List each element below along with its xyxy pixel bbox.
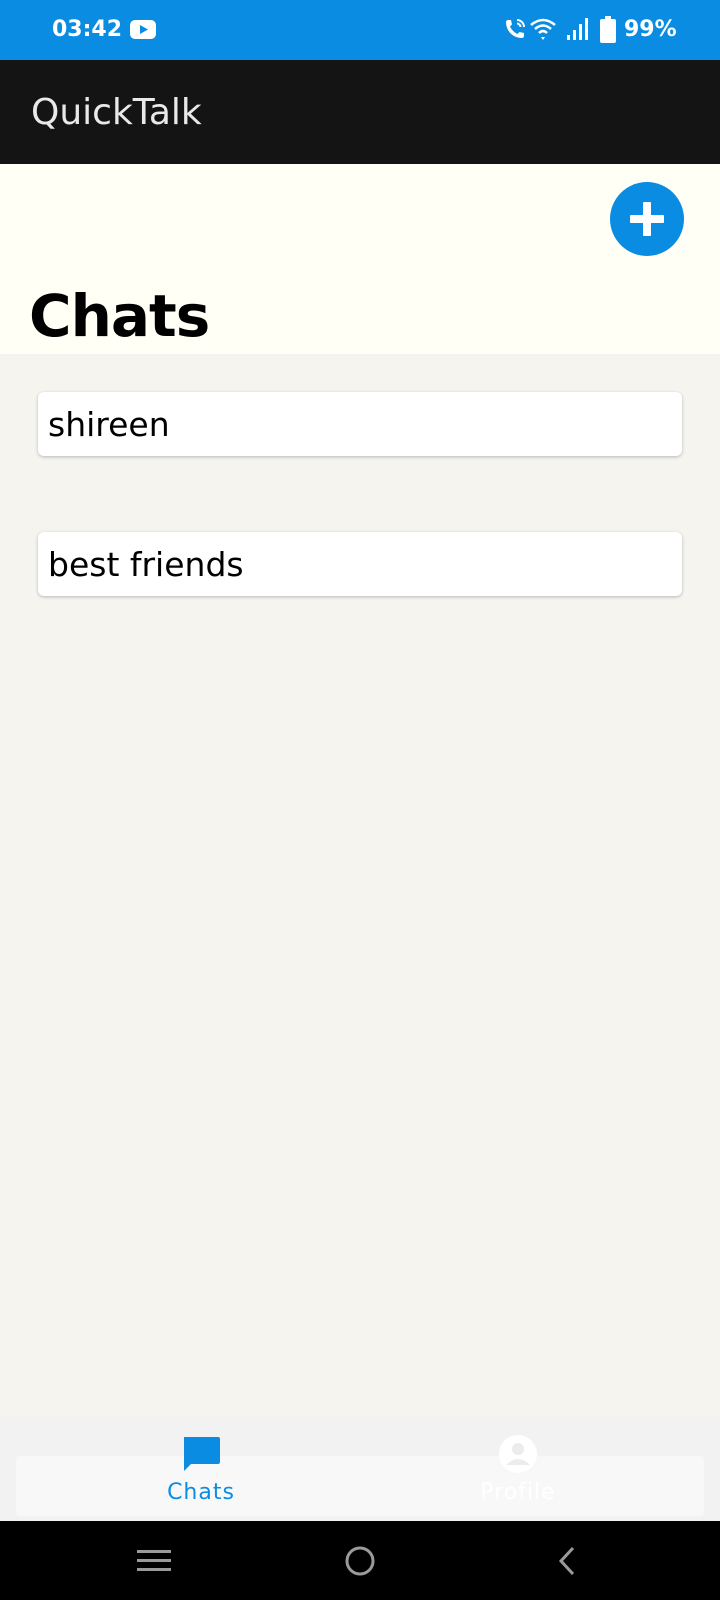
status-time: 03:42 (52, 17, 123, 42)
tab-profile[interactable]: Profile (418, 1416, 618, 1521)
app-title: QuickTalk (31, 92, 202, 133)
account-circle-icon (499, 1435, 537, 1473)
wifi-icon (530, 18, 556, 40)
status-bar: 03:42 99% (0, 0, 720, 60)
youtube-icon (130, 20, 156, 39)
tab-chats-label: Chats (167, 1480, 235, 1505)
chat-list: shireen best friends (38, 392, 682, 672)
wifi-call-icon (506, 19, 525, 38)
plus-icon (630, 202, 664, 236)
chats-header: Chats (0, 164, 720, 354)
chat-item-shireen[interactable]: shireen (38, 392, 682, 456)
new-chat-button[interactable] (610, 182, 684, 256)
page-title: Chats (29, 282, 210, 350)
bottom-navigation: Chats Profile (0, 1416, 720, 1521)
app-bar: QuickTalk (0, 60, 720, 164)
battery-percentage: 99% (624, 17, 677, 42)
tab-chats[interactable]: Chats (101, 1416, 301, 1521)
chat-bubble-icon (184, 1437, 220, 1471)
tab-profile-label: Profile (480, 1480, 556, 1505)
battery-icon (600, 16, 616, 43)
signal-icon (567, 18, 588, 40)
back-icon[interactable] (549, 1543, 589, 1579)
home-icon[interactable] (340, 1543, 380, 1579)
recent-apps-icon[interactable] (134, 1543, 174, 1579)
chat-item-best-friends[interactable]: best friends (38, 532, 682, 596)
system-navigation-bar (0, 1521, 720, 1600)
